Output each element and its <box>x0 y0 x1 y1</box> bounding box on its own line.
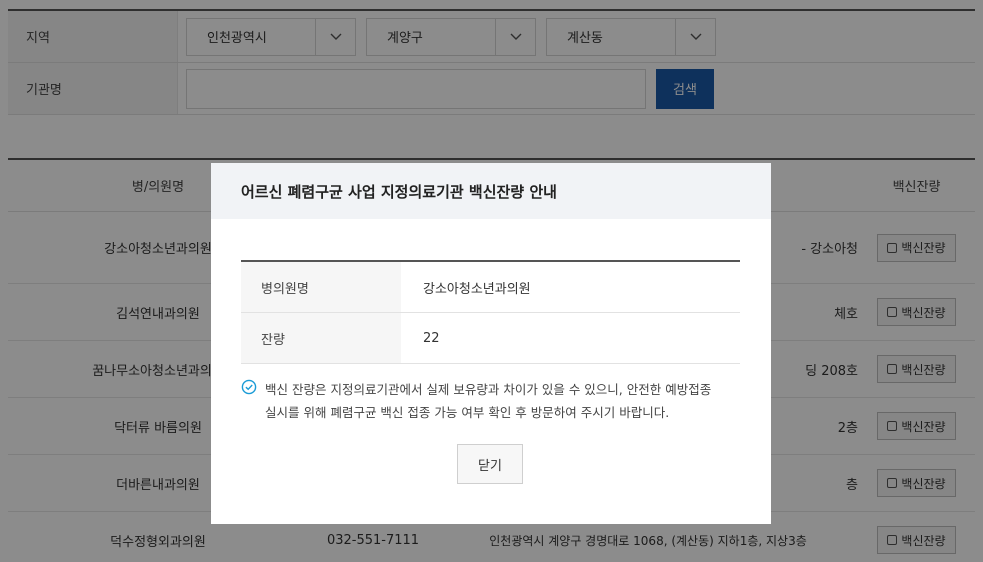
modal-info-table: 병의원명 강소아청소년과의원 잔량 22 <box>241 260 740 364</box>
notice-line-2: 실시를 위해 폐렴구균 백신 접종 가능 여부 확인 후 방문하여 주시기 바랍… <box>265 405 670 420</box>
check-speech-bubble-icon <box>241 379 257 395</box>
stock-label: 잔량 <box>241 313 401 363</box>
modal-title: 어르신 폐렴구균 사업 지정의료기관 백신잔량 안내 <box>211 163 771 219</box>
clinic-name-label: 병의원명 <box>241 262 401 312</box>
notice-line-1: 백신 잔량은 지정의료기관에서 실제 보유량과 차이가 있을 수 있으니, 안전… <box>265 382 712 397</box>
modal-row: 병의원명 강소아청소년과의원 <box>241 262 740 313</box>
close-button[interactable]: 닫기 <box>457 444 523 484</box>
stock-value: 22 <box>423 330 440 346</box>
modal-row: 잔량 22 <box>241 313 740 364</box>
vaccine-stock-modal: 어르신 폐렴구균 사업 지정의료기관 백신잔량 안내 병의원명 강소아청소년과의… <box>211 163 771 524</box>
notice: 백신 잔량은 지정의료기관에서 실제 보유량과 차이가 있을 수 있으니, 안전… <box>241 378 741 424</box>
clinic-name-value: 강소아청소년과의원 <box>423 281 531 297</box>
